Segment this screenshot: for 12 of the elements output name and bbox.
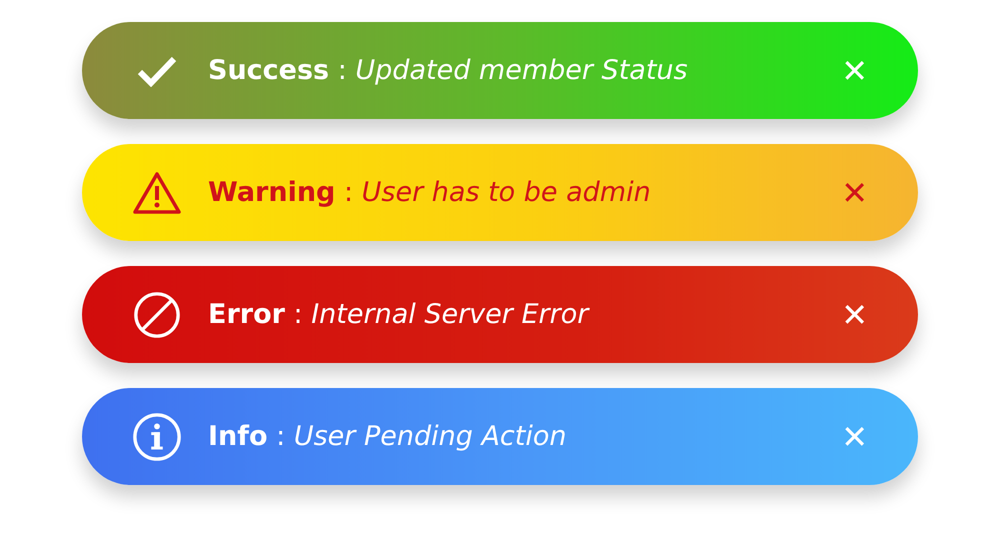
close-button[interactable]: ✕ [831,52,878,90]
check-icon [137,54,177,86]
warning-icon [132,170,182,214]
info-icon [132,412,182,462]
alert-message: Info : User Pending Action [208,421,568,452]
prohibited-icon [133,290,181,338]
alert-message: Warning : User has to be admin [208,177,652,208]
alert-message: Error : Internal Server Error [208,299,591,330]
close-button[interactable]: ✕ [831,418,878,456]
alert-message: Success : Updated member Status [208,55,689,86]
close-button[interactable]: ✕ [831,296,878,334]
close-button[interactable]: ✕ [831,174,878,212]
